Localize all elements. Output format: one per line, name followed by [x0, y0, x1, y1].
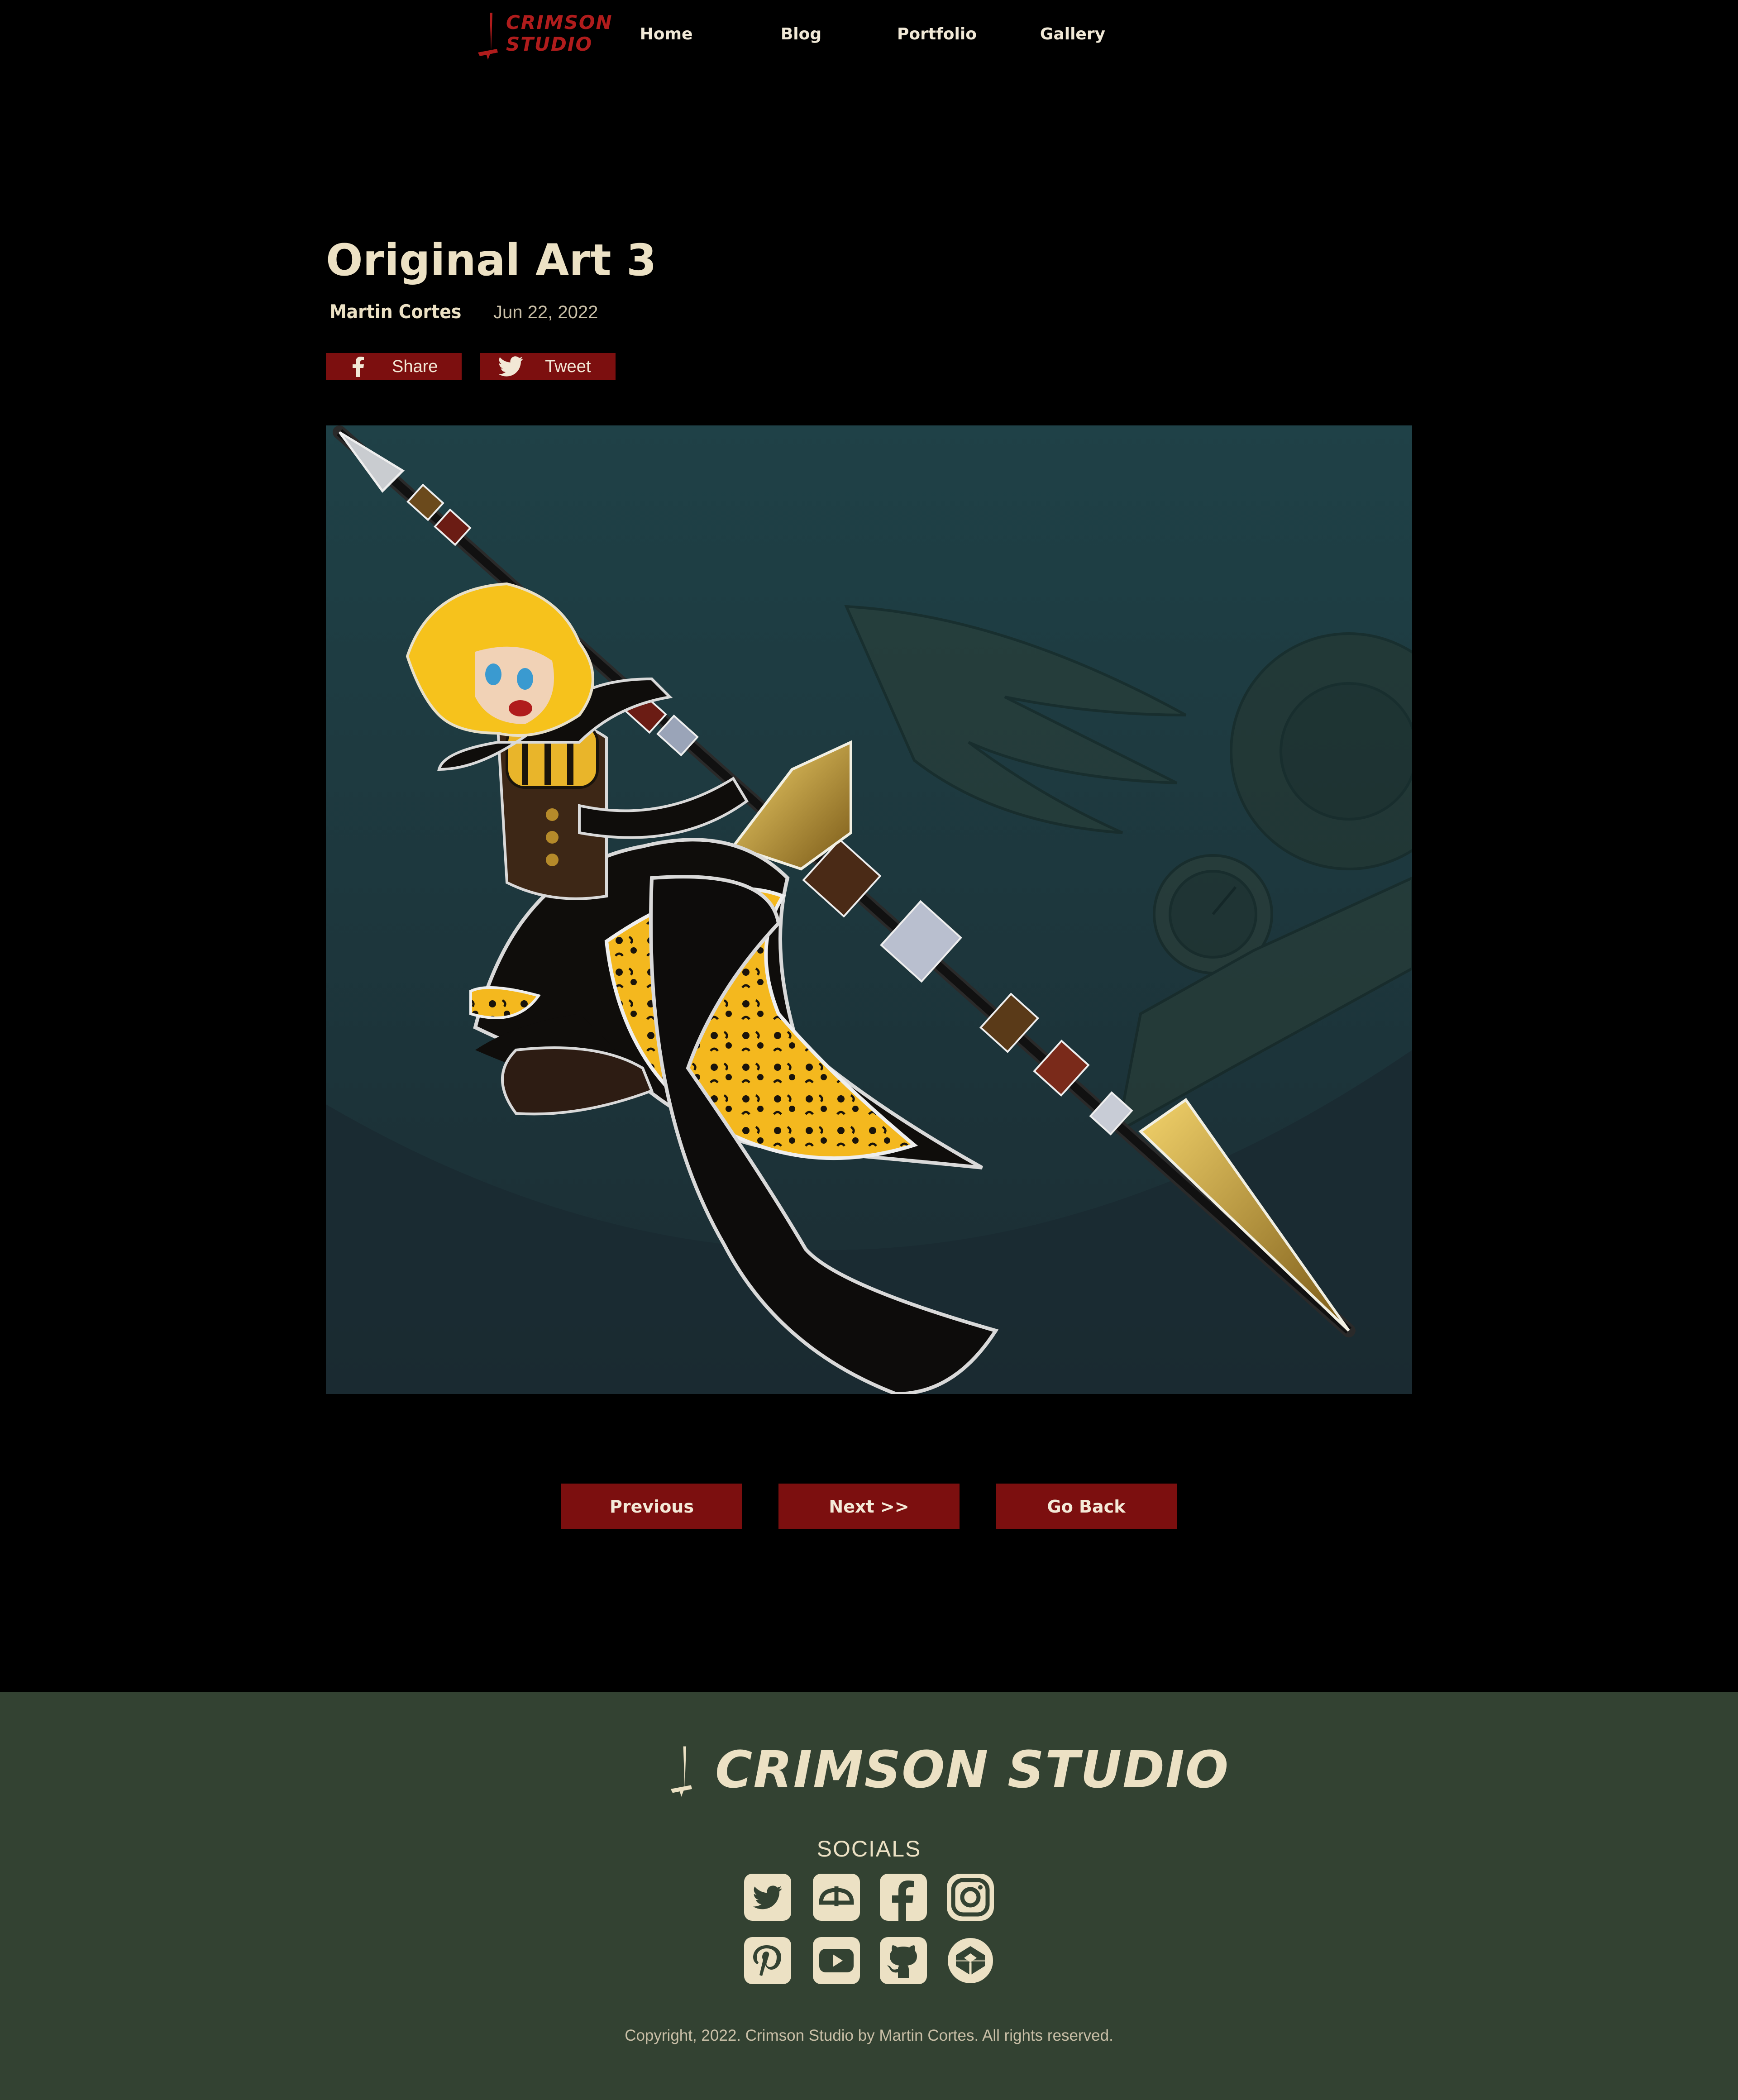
logo-line-1: CRIMSON	[506, 11, 613, 33]
twitter-icon	[498, 356, 523, 377]
artwork-image	[326, 425, 1412, 1394]
footer-brand: CRIMSON STUDIO	[715, 1741, 1230, 1799]
socials-heading: SOCIALS	[816, 1836, 922, 1861]
nav-blog[interactable]: Blog	[756, 23, 846, 46]
deviantart-icon[interactable]	[813, 1874, 860, 1921]
page-title: Original Art 3	[326, 235, 657, 286]
tweet-button[interactable]: Tweet	[480, 353, 616, 380]
sword-logo-icon	[670, 1746, 692, 1797]
share-label: Share	[392, 357, 438, 376]
instagram-icon[interactable]	[947, 1874, 994, 1921]
top-nav: CRIMSON STUDIO Home Blog Portfolio Galle…	[0, 0, 1738, 68]
previous-button[interactable]: Previous	[561, 1484, 742, 1529]
footer: CRIMSON STUDIO SOCIALS Copyright, 2022. …	[0, 1692, 1738, 2100]
facebook-icon[interactable]	[880, 1874, 927, 1921]
logo-line-2: STUDIO	[506, 33, 593, 55]
github-icon[interactable]	[880, 1937, 927, 1984]
site-logo[interactable]: CRIMSON STUDIO	[470, 9, 612, 60]
nav-portfolio[interactable]: Portfolio	[892, 23, 982, 46]
next-button[interactable]: Next >>	[778, 1484, 960, 1529]
go-back-button[interactable]: Go Back	[996, 1484, 1177, 1529]
facebook-icon	[353, 357, 364, 377]
sword-logo-icon	[478, 13, 498, 60]
footer-logo[interactable]: CRIMSON STUDIO	[661, 1737, 1228, 1800]
post-date: Jun 22, 2022	[493, 302, 598, 322]
nav-gallery[interactable]: Gallery	[1027, 23, 1118, 46]
nav-home[interactable]: Home	[621, 23, 711, 46]
author-name[interactable]: Martin Cortes	[329, 301, 461, 323]
youtube-icon[interactable]	[813, 1937, 860, 1984]
twitter-icon[interactable]	[744, 1874, 791, 1921]
copyright-text: Copyright, 2022. Crimson Studio by Marti…	[625, 2027, 1113, 2044]
facebook-share-button[interactable]: Share	[326, 353, 462, 380]
tweet-label: Tweet	[545, 357, 591, 376]
pinterest-icon[interactable]	[744, 1937, 791, 1984]
codepen-icon[interactable]	[947, 1937, 994, 1984]
